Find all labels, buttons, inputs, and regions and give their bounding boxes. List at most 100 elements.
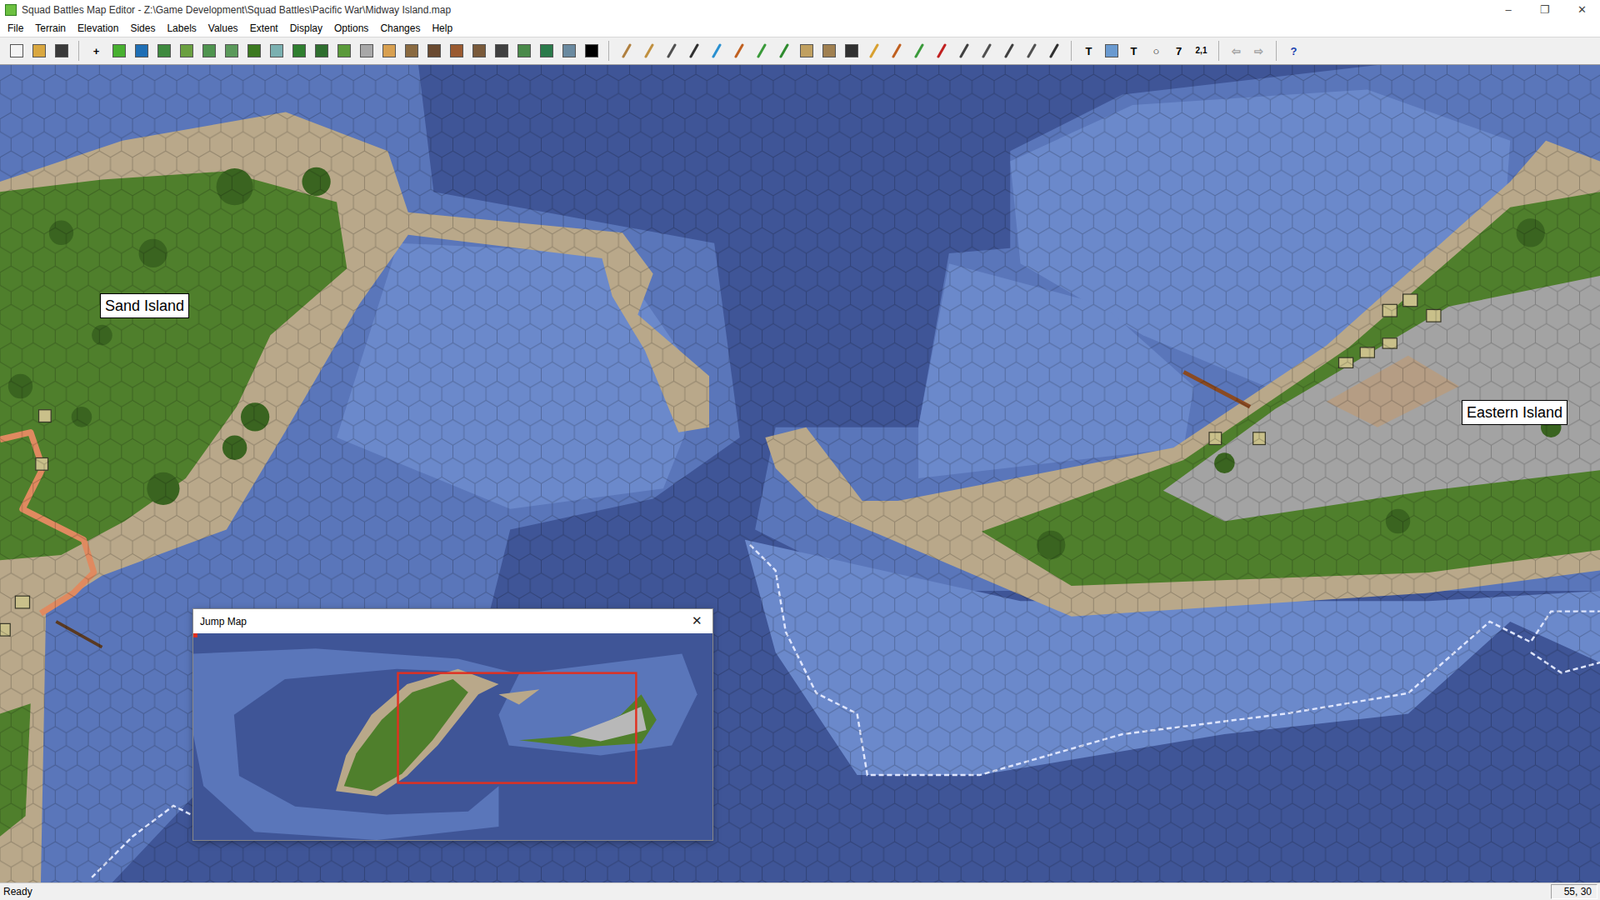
tool-icon (247, 44, 261, 58)
menu-item[interactable]: Terrain (29, 20, 72, 37)
toolbar-button[interactable]: ⇦ (1225, 40, 1247, 62)
toolbar-button[interactable]: ⇨ (1248, 40, 1270, 62)
toolbar-button[interactable]: T (1123, 40, 1145, 62)
toolbar-button[interactable] (423, 40, 445, 62)
menu-item[interactable]: Sides (124, 20, 161, 37)
tool-icon (450, 44, 464, 58)
tool-label: T (1085, 45, 1093, 57)
line-tool-icon (755, 43, 769, 59)
toolbar-button[interactable] (615, 40, 637, 62)
window-control[interactable]: – (1490, 0, 1527, 20)
toolbar-button[interactable] (243, 40, 265, 62)
tool-icon (180, 44, 194, 58)
toolbar-button[interactable] (535, 40, 557, 62)
toolbar-separator (1218, 40, 1220, 61)
toolbar-button[interactable] (1043, 40, 1065, 62)
toolbar-button[interactable] (220, 40, 242, 62)
toolbar-button[interactable] (310, 40, 332, 62)
close-button[interactable]: ✕ (687, 611, 706, 631)
toolbar-button[interactable] (333, 40, 355, 62)
toolbar-button[interactable]: ○ (1145, 40, 1167, 62)
toolbar-button[interactable] (795, 40, 817, 62)
toolbar-button[interactable] (638, 40, 660, 62)
toolbar-button[interactable] (580, 40, 602, 62)
toolbar-button[interactable] (445, 40, 467, 62)
toolbar-button[interactable] (1100, 40, 1122, 62)
menu-item[interactable]: Display (284, 20, 329, 37)
line-tool-icon (732, 43, 746, 59)
tool-icon (225, 44, 239, 58)
tool-icon (562, 44, 576, 58)
editor-window: Squad Battles Map Editor - Z:\Game Devel… (0, 0, 1600, 900)
menu-item[interactable]: Changes (374, 20, 426, 37)
menu-item[interactable]: Labels (160, 20, 202, 37)
toolbar-button[interactable] (175, 40, 197, 62)
toolbar-button[interactable] (28, 40, 50, 62)
toolbar-button[interactable]: T (1078, 40, 1100, 62)
toolbar-button[interactable] (683, 40, 705, 62)
toolbar-button[interactable] (818, 40, 840, 62)
status-message: Ready (3, 884, 1551, 900)
toolbar-button[interactable] (153, 40, 175, 62)
toolbar-button[interactable] (930, 40, 952, 62)
jump-map-title: Jump Map (200, 614, 688, 630)
tool-icon (845, 44, 859, 58)
toolbar-button[interactable] (953, 40, 975, 62)
menu-item[interactable]: Values (202, 20, 245, 37)
jump-map-titlebar: Jump Map✕ (193, 609, 713, 634)
toolbar-button[interactable] (1020, 40, 1042, 62)
line-tool-icon (935, 43, 949, 59)
toolbar-button[interactable] (50, 40, 72, 62)
tool-label: ○ (1153, 45, 1160, 57)
toolbar-button[interactable] (400, 40, 422, 62)
toolbar-button[interactable]: 7 (1168, 40, 1190, 62)
menu-item[interactable]: Options (328, 20, 375, 37)
toolbar-button[interactable] (728, 40, 750, 62)
toolbar-button[interactable] (885, 40, 907, 62)
toolbar-button[interactable]: 2,1 (1190, 40, 1212, 62)
toolbar-button[interactable] (198, 40, 220, 62)
tool-label: ? (1290, 45, 1298, 57)
toolbar-button[interactable] (378, 40, 400, 62)
tool-icon (517, 44, 531, 58)
map-canvas[interactable]: Sand Island Eastern Island Jump Map✕ (0, 65, 1600, 883)
toolbar-button[interactable] (513, 40, 535, 62)
minimap-view[interactable] (193, 633, 713, 840)
menu-item[interactable]: Extent (244, 20, 285, 37)
toolbar-button[interactable] (558, 40, 580, 62)
menu-bar: FileTerrainElevationSidesLabelsValuesExt… (0, 20, 1600, 37)
jump-map-window[interactable]: Jump Map✕ (192, 608, 714, 841)
toolbar-button[interactable] (750, 40, 772, 62)
menu-item[interactable]: Elevation (71, 20, 125, 37)
toolbar-button[interactable] (355, 40, 377, 62)
toolbar-button[interactable] (908, 40, 930, 62)
line-tool-icon (1025, 43, 1039, 59)
toolbar-button[interactable] (5, 40, 27, 62)
toolbar-button[interactable] (660, 40, 682, 62)
toolbar-button[interactable]: ? (1283, 40, 1305, 62)
toolbar-button[interactable] (108, 40, 130, 62)
menu-item[interactable]: File (1, 20, 30, 37)
window-control[interactable]: ✕ (1563, 0, 1600, 20)
toolbar-button[interactable] (975, 40, 997, 62)
tool-label: ⇨ (1254, 45, 1264, 57)
tool-icon (540, 44, 554, 58)
toolbar-button[interactable] (265, 40, 287, 62)
toolbar-button[interactable] (490, 40, 512, 62)
window-control[interactable]: ❐ (1526, 0, 1564, 20)
map-label[interactable]: Sand Island (100, 293, 190, 319)
toolbar-button[interactable] (468, 40, 490, 62)
menu-item[interactable]: Help (425, 20, 459, 37)
toolbar-button[interactable] (840, 40, 862, 62)
title-bar: Squad Battles Map Editor - Z:\Game Devel… (0, 0, 1600, 20)
toolbar-button[interactable] (705, 40, 727, 62)
toolbar-button[interactable] (863, 40, 885, 62)
tool-label: ⇦ (1231, 45, 1241, 57)
toolbar-button[interactable] (130, 40, 152, 62)
toolbar-button[interactable] (998, 40, 1020, 62)
toolbar-button[interactable]: + (85, 40, 107, 62)
map-label[interactable]: Eastern Island (1461, 400, 1568, 425)
toolbar-button[interactable] (288, 40, 310, 62)
toolbar-button[interactable] (773, 40, 795, 62)
minimap[interactable] (193, 633, 713, 840)
